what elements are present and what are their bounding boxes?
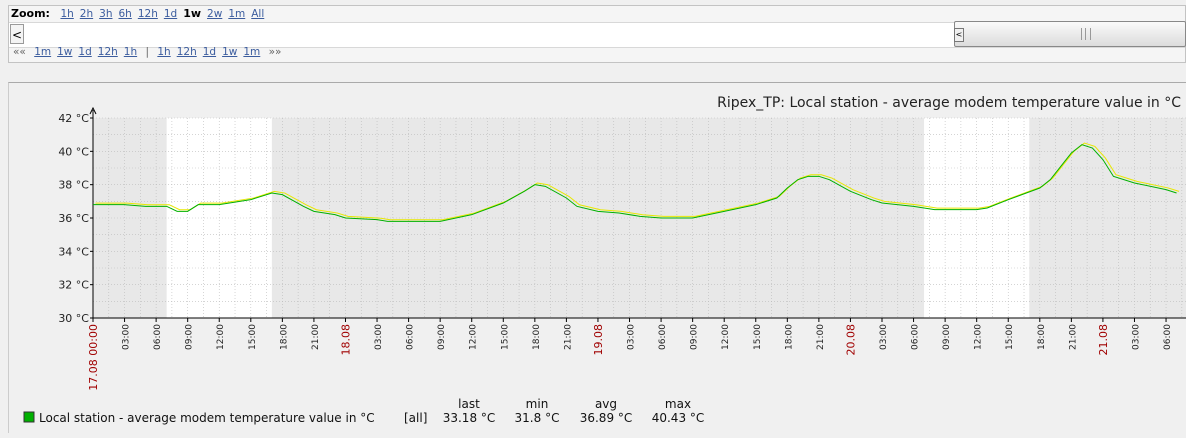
back-marker: «« <box>13 46 26 58</box>
timeline-scrollbar[interactable]: < < <box>9 21 1186 48</box>
x-tick-label: 09:00 <box>185 324 195 350</box>
nav-back-1h[interactable]: 1h <box>124 46 137 58</box>
nav-back-1d[interactable]: 1d <box>78 46 91 58</box>
x-date-label: 20.08 <box>844 324 857 356</box>
x-tick-label: 12:00 <box>216 324 226 350</box>
x-tick-label: 06:00 <box>406 324 416 350</box>
x-tick-label: 06:00 <box>911 324 921 350</box>
x-tick-label: 12:00 <box>974 324 984 350</box>
zoom-panel: Zoom: 1h 2h 3h 6h 12h 1d 1w 2w 1m All < < «« 1m 1w… <box>8 5 1186 63</box>
zoom-option-1m[interactable]: 1m <box>228 8 245 20</box>
x-tick-label: 18:00 <box>532 324 542 350</box>
zoom-row: Zoom: 1h 2h 3h 6h 12h 1d 1w 2w 1m All <box>11 7 267 23</box>
thumb-resize-handle[interactable]: < <box>954 28 964 42</box>
x-tick-label: 15:00 <box>1005 324 1015 350</box>
nav-back-links: 1m 1w 1d 12h 1h <box>31 46 140 58</box>
y-tick-label: 38 °C <box>58 179 89 192</box>
x-tick-label: 06:00 <box>658 324 668 350</box>
zoom-option-12h[interactable]: 12h <box>138 8 158 20</box>
x-tick-label: 15:00 <box>753 324 763 350</box>
x-tick-label: 03:00 <box>879 324 889 350</box>
nav-forward-1m[interactable]: 1m <box>243 46 260 58</box>
legend-header-last: last <box>458 397 480 411</box>
x-tick-label: 09:00 <box>690 324 700 350</box>
nav-forward-1h[interactable]: 1h <box>157 46 170 58</box>
legend-series-name: Local station - average modem temperatur… <box>39 411 375 425</box>
legend-swatch <box>23 411 35 423</box>
legend-value-min: 31.8 °C <box>515 411 560 425</box>
legend-value-last: 33.18 °C <box>443 411 496 425</box>
nav-forward-links: 1h 12h 1d 1w 1m <box>154 46 263 58</box>
zoom-label: Zoom: <box>11 7 50 20</box>
forward-marker: »» <box>268 46 282 58</box>
x-tick-label: 03:00 <box>627 324 637 350</box>
x-tick-label: 21:00 <box>816 324 826 350</box>
x-tick-label: 12:00 <box>721 324 731 350</box>
nav-forward-1d[interactable]: 1d <box>203 46 216 58</box>
x-tick-label: 03:00 <box>1131 324 1141 350</box>
zoom-option-1d[interactable]: 1d <box>164 8 177 20</box>
temperature-chart: Ripex_TP: Local station - average modem … <box>23 95 1186 425</box>
chart-title: Ripex_TP: Local station - average modem … <box>717 95 1181 111</box>
x-tick-label: 06:00 <box>1163 324 1173 350</box>
x-tick-label: 21:00 <box>1068 324 1078 350</box>
scroll-left-button[interactable]: < <box>10 24 24 44</box>
grip-icon[interactable] <box>1081 28 1091 40</box>
x-tick-label: 21:00 <box>563 324 573 350</box>
zoom-option-6h[interactable]: 6h <box>118 8 131 20</box>
nav-back-12h[interactable]: 12h <box>98 46 118 58</box>
x-tick-label: 09:00 <box>942 324 952 350</box>
y-tick-label: 42 °C <box>58 112 89 125</box>
y-tick-label: 36 °C <box>58 212 89 225</box>
period-navigation: «« 1m 1w 1d 12h 1h | 1h 12h 1d 1w 1m »» <box>11 46 283 58</box>
nav-forward-1w[interactable]: 1w <box>222 46 237 58</box>
x-date-label: 21.08 <box>1097 324 1110 356</box>
x-tick-label: 18:00 <box>279 324 289 350</box>
nav-back-1m[interactable]: 1m <box>34 46 51 58</box>
zoom-option-1h[interactable]: 1h <box>60 8 73 20</box>
legend-value-max: 40.43 °C <box>652 411 705 425</box>
x-tick-label: 09:00 <box>437 324 447 350</box>
zoom-options: 1h 2h 3h 6h 12h 1d 1w 2w 1m All <box>57 7 267 20</box>
x-tick-label: 15:00 <box>248 324 258 350</box>
x-tick-label: 21:00 <box>311 324 321 350</box>
zoom-option-2w[interactable]: 2w <box>207 8 222 20</box>
y-tick-label: 40 °C <box>58 145 89 158</box>
x-date-label: 17.08 00:00 <box>87 324 100 391</box>
scrollbar-thumb[interactable]: < <box>954 21 1186 47</box>
nav-forward-12h[interactable]: 12h <box>177 46 197 58</box>
x-date-label: 18.08 <box>339 324 352 356</box>
nav-back-1w[interactable]: 1w <box>57 46 72 58</box>
chevron-left-icon: < <box>955 30 963 39</box>
legend-function: [all] <box>404 411 427 425</box>
zoom-option-2h[interactable]: 2h <box>80 8 93 20</box>
x-tick-label: 18:00 <box>784 324 794 350</box>
x-date-label: 19.08 <box>592 324 605 356</box>
y-tick-label: 34 °C <box>58 245 89 258</box>
legend-header-max: max <box>665 397 691 411</box>
x-tick-label: 18:00 <box>1037 324 1047 350</box>
graph-panel: Ripex_TP: Local station - average modem … <box>8 82 1186 433</box>
x-tick-label: 03:00 <box>122 324 132 350</box>
y-tick-label: 32 °C <box>58 279 89 292</box>
y-tick-label: 30 °C <box>58 312 89 325</box>
x-tick-label: 15:00 <box>500 324 510 350</box>
x-tick-label: 12:00 <box>469 324 479 350</box>
legend-header-avg: avg <box>595 397 617 411</box>
zoom-option-3h[interactable]: 3h <box>99 8 112 20</box>
chevron-left-icon: < <box>11 28 23 42</box>
legend-value-avg: 36.89 °C <box>580 411 633 425</box>
zoom-option-1w[interactable]: 1w <box>183 7 201 20</box>
x-tick-label: 03:00 <box>374 324 384 350</box>
legend-header-min: min <box>526 397 549 411</box>
x-tick-label: 06:00 <box>153 324 163 350</box>
nav-separator: | <box>145 46 150 58</box>
zoom-option-All[interactable]: All <box>251 8 264 20</box>
